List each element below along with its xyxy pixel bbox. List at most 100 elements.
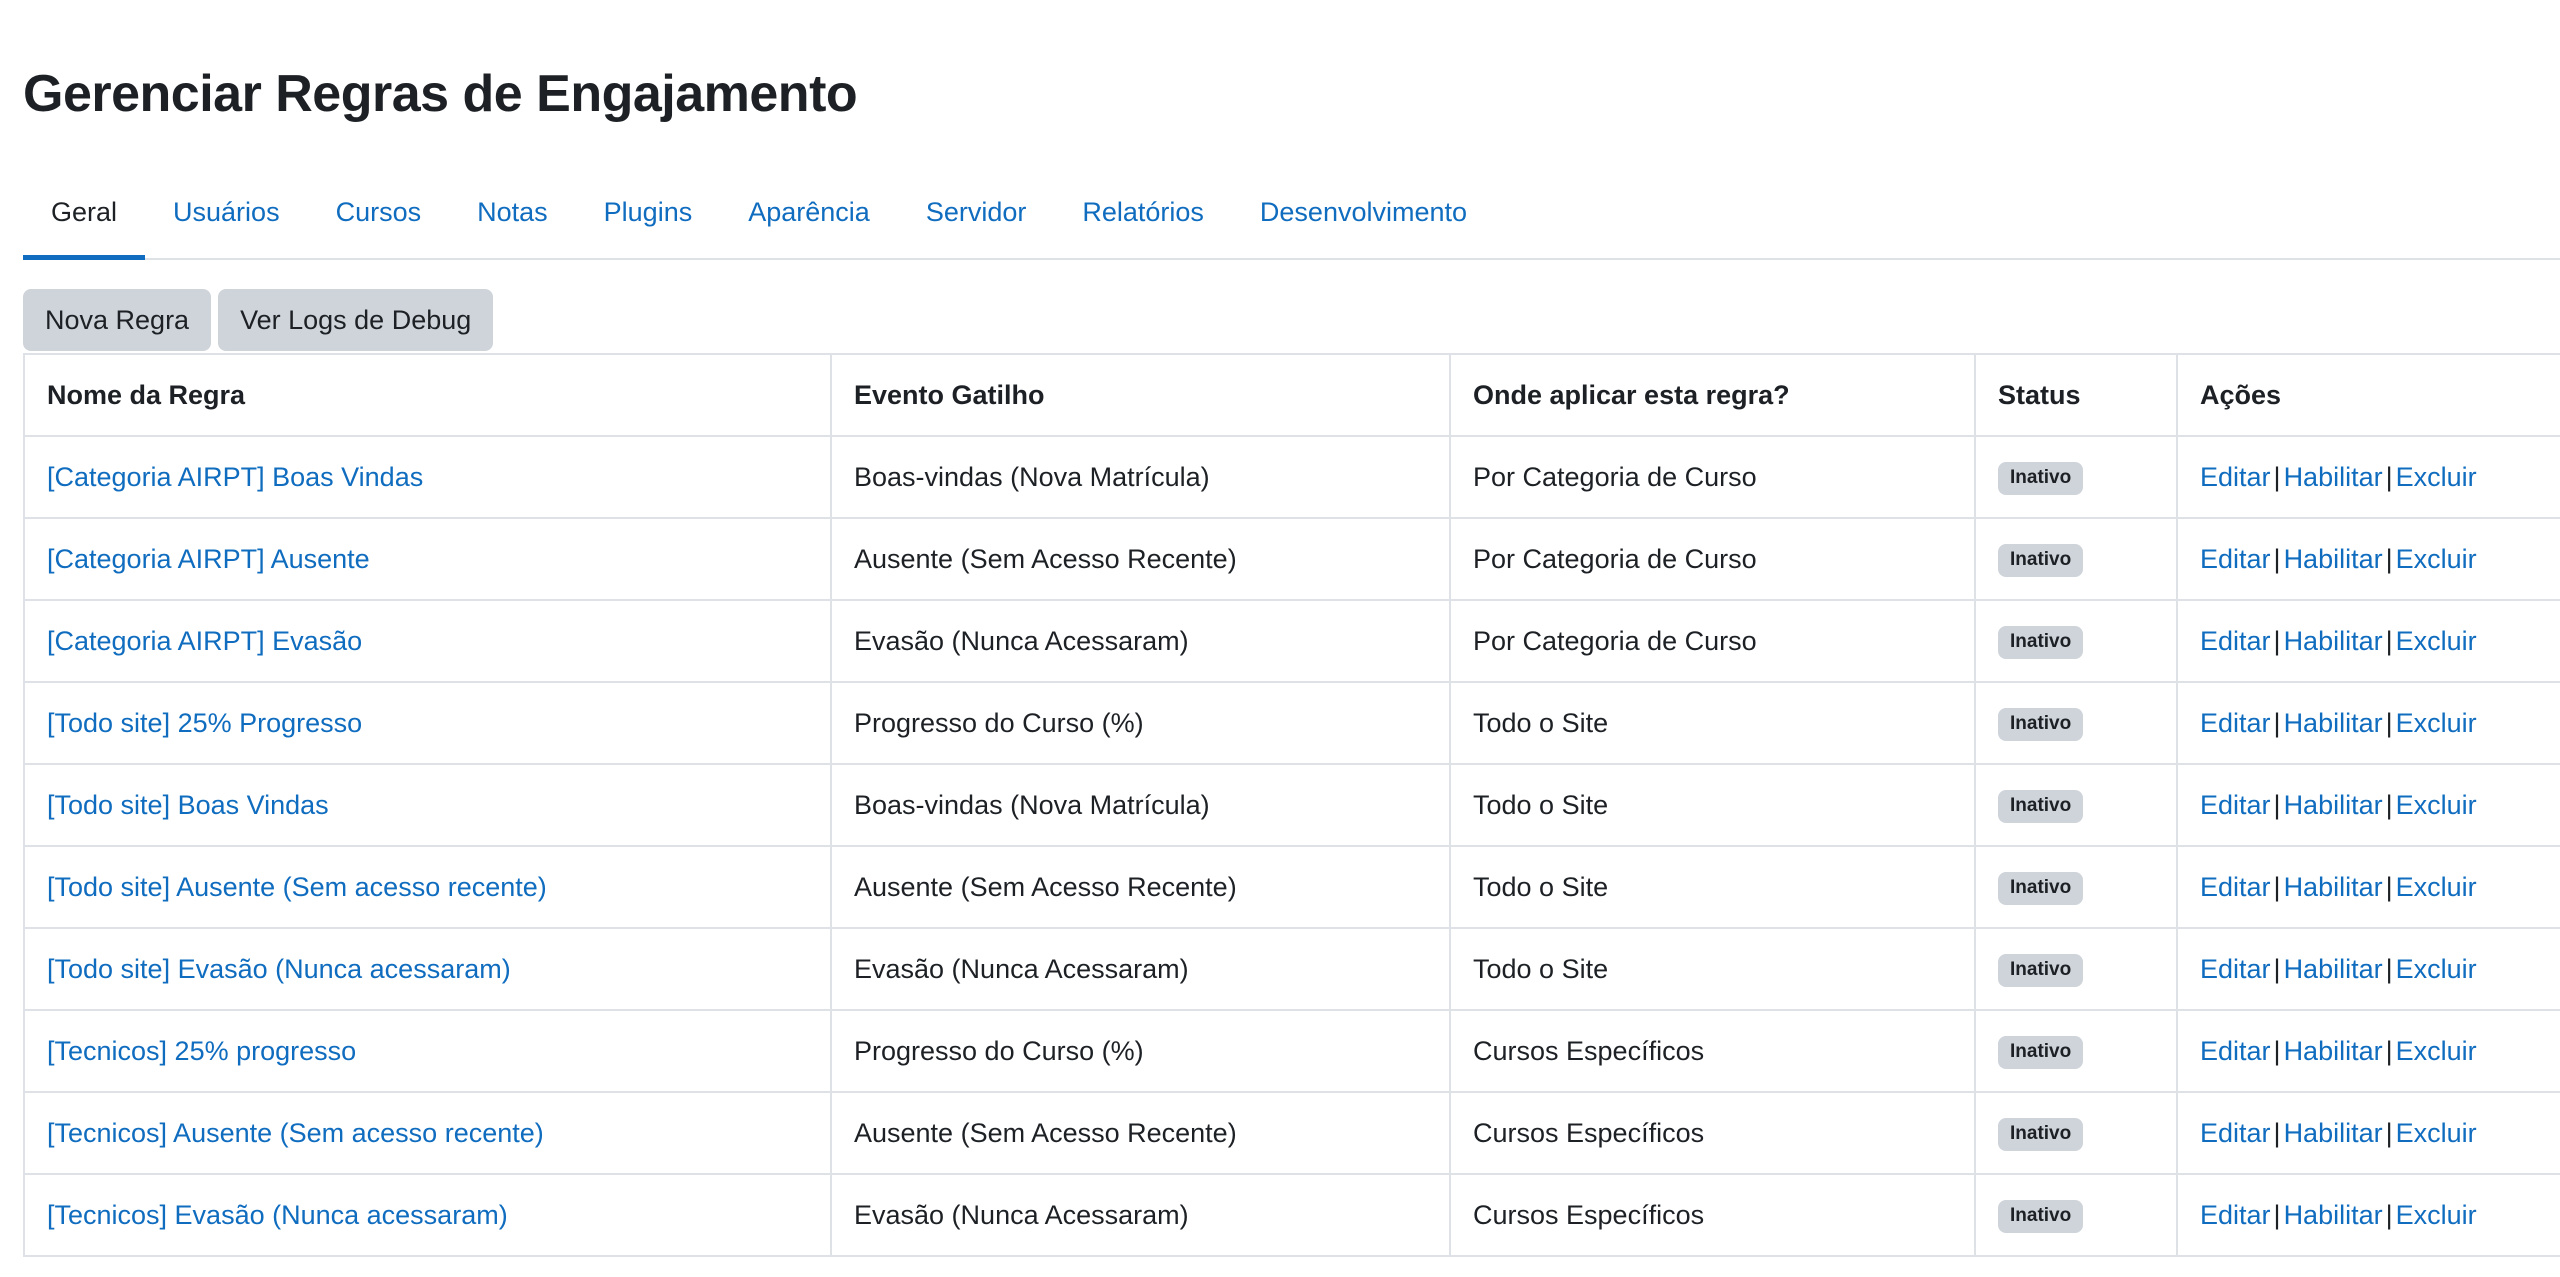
action-separator: | — [2385, 1035, 2393, 1066]
cell-rule-name: [Todo site] 25% Progresso — [23, 681, 832, 765]
edit-link[interactable]: Editar — [2200, 790, 2271, 820]
status-badge: Inativo — [1998, 544, 2084, 577]
tab-usuarios[interactable]: Usuários — [145, 166, 308, 258]
cell-trigger-event: Evasão (Nunca Acessaram) — [830, 927, 1451, 1011]
cell-actions: Editar | Habilitar | Excluir — [2176, 845, 2560, 929]
status-badge: Inativo — [1998, 708, 2084, 741]
rule-name-link[interactable]: [Todo site] Ausente (Sem acesso recente) — [47, 872, 547, 902]
tab-notas[interactable]: Notas — [449, 166, 576, 258]
cell-actions: Editar | Habilitar | Excluir — [2176, 1173, 2560, 1257]
table-row: [Categoria AIRPT] Boas Vindas Boas-vindas… — [23, 435, 2560, 519]
toolbar: Nova Regra Ver Logs de Debug — [23, 289, 494, 351]
cell-actions: Editar | Habilitar | Excluir — [2176, 1009, 2560, 1093]
cell-actions: Editar | Habilitar | Excluir — [2176, 517, 2560, 601]
tab-plugins[interactable]: Plugins — [576, 166, 721, 258]
cell-status: Inativo — [1974, 927, 2178, 1011]
edit-link[interactable]: Editar — [2200, 1036, 2271, 1066]
rule-name-link[interactable]: [Todo site] Boas Vindas — [47, 790, 329, 820]
status-badge: Inativo — [1998, 1118, 2084, 1151]
delete-link[interactable]: Excluir — [2396, 1036, 2477, 1066]
cell-status: Inativo — [1974, 599, 2178, 683]
status-badge: Inativo — [1998, 954, 2084, 987]
delete-link[interactable]: Excluir — [2396, 462, 2477, 492]
tab-aparencia[interactable]: Aparência — [720, 166, 898, 258]
action-separator: | — [2273, 543, 2281, 574]
status-badge: Inativo — [1998, 462, 2084, 495]
cell-scope: Por Categoria de Curso — [1449, 599, 1976, 683]
edit-link[interactable]: Editar — [2200, 954, 2271, 984]
table-row: [Todo site] Boas Vindas Boas-vindas (Nova… — [23, 763, 2560, 847]
cell-actions: Editar | Habilitar | Excluir — [2176, 435, 2560, 519]
rule-name-link[interactable]: [Categoria AIRPT] Boas Vindas — [47, 462, 423, 492]
enable-link[interactable]: Habilitar — [2284, 790, 2383, 820]
rule-name-link[interactable]: [Categoria AIRPT] Ausente — [47, 544, 370, 574]
delete-link[interactable]: Excluir — [2396, 708, 2477, 738]
status-badge: Inativo — [1998, 1036, 2084, 1069]
cell-rule-name: [Categoria AIRPT] Evasão — [23, 599, 832, 683]
rule-name-link[interactable]: [Tecnicos] Ausente (Sem acesso recente) — [47, 1118, 544, 1148]
cell-scope: Cursos Específicos — [1449, 1091, 1976, 1175]
delete-link[interactable]: Excluir — [2396, 1118, 2477, 1148]
edit-link[interactable]: Editar — [2200, 1118, 2271, 1148]
rule-name-link[interactable]: [Todo site] Evasão (Nunca acessaram) — [47, 954, 511, 984]
cell-status: Inativo — [1974, 681, 2178, 765]
cell-scope: Todo o Site — [1449, 845, 1976, 929]
rule-name-link[interactable]: [Tecnicos] Evasão (Nunca acessaram) — [47, 1200, 508, 1230]
enable-link[interactable]: Habilitar — [2284, 626, 2383, 656]
edit-link[interactable]: Editar — [2200, 626, 2271, 656]
cell-trigger-event: Evasão (Nunca Acessaram) — [830, 599, 1451, 683]
enable-link[interactable]: Habilitar — [2284, 1200, 2383, 1230]
rules-table: Nome da Regra Evento Gatilho Onde aplica… — [23, 353, 2560, 1257]
cell-rule-name: [Tecnicos] Evasão (Nunca acessaram) — [23, 1173, 832, 1257]
table-row: [Tecnicos] Ausente (Sem acesso recente) A… — [23, 1091, 2560, 1175]
edit-link[interactable]: Editar — [2200, 462, 2271, 492]
cell-scope: Todo o Site — [1449, 681, 1976, 765]
action-separator: | — [2273, 953, 2281, 984]
enable-link[interactable]: Habilitar — [2284, 1036, 2383, 1066]
enable-link[interactable]: Habilitar — [2284, 1118, 2383, 1148]
action-separator: | — [2385, 1199, 2393, 1230]
cell-actions: Editar | Habilitar | Excluir — [2176, 927, 2560, 1011]
delete-link[interactable]: Excluir — [2396, 544, 2477, 574]
page: Gerenciar Regras de Engajamento Geral Us… — [0, 0, 2560, 1277]
enable-link[interactable]: Habilitar — [2284, 872, 2383, 902]
edit-link[interactable]: Editar — [2200, 544, 2271, 574]
column-header-name: Nome da Regra — [23, 353, 832, 437]
delete-link[interactable]: Excluir — [2396, 790, 2477, 820]
enable-link[interactable]: Habilitar — [2284, 708, 2383, 738]
enable-link[interactable]: Habilitar — [2284, 462, 2383, 492]
tab-relatorios[interactable]: Relatórios — [1054, 166, 1232, 258]
cell-rule-name: [Todo site] Ausente (Sem acesso recente) — [23, 845, 832, 929]
tab-desenvolvimento[interactable]: Desenvolvimento — [1232, 166, 1495, 258]
delete-link[interactable]: Excluir — [2396, 872, 2477, 902]
new-rule-button[interactable]: Nova Regra — [23, 289, 212, 351]
enable-link[interactable]: Habilitar — [2284, 954, 2383, 984]
table-header-row: Nome da Regra Evento Gatilho Onde aplica… — [23, 353, 2560, 437]
tab-cursos[interactable]: Cursos — [308, 166, 450, 258]
tab-servidor[interactable]: Servidor — [898, 166, 1055, 258]
delete-link[interactable]: Excluir — [2396, 1200, 2477, 1230]
page-title: Gerenciar Regras de Engajamento — [23, 65, 858, 123]
cell-trigger-event: Ausente (Sem Acesso Recente) — [830, 1091, 1451, 1175]
rule-name-link[interactable]: [Categoria AIRPT] Evasão — [47, 626, 362, 656]
cell-trigger-event: Evasão (Nunca Acessaram) — [830, 1173, 1451, 1257]
rule-name-link[interactable]: [Tecnicos] 25% progresso — [47, 1036, 356, 1066]
delete-link[interactable]: Excluir — [2396, 626, 2477, 656]
rule-name-link[interactable]: [Todo site] 25% Progresso — [47, 708, 362, 738]
table-row: [Tecnicos] Evasão (Nunca acessaram) Evasã… — [23, 1173, 2560, 1257]
status-badge: Inativo — [1998, 790, 2084, 823]
action-separator: | — [2273, 461, 2281, 492]
edit-link[interactable]: Editar — [2200, 872, 2271, 902]
delete-link[interactable]: Excluir — [2396, 954, 2477, 984]
action-separator: | — [2385, 789, 2393, 820]
enable-link[interactable]: Habilitar — [2284, 544, 2383, 574]
cell-scope: Por Categoria de Curso — [1449, 517, 1976, 601]
action-separator: | — [2385, 707, 2393, 738]
tab-geral[interactable]: Geral — [23, 166, 146, 260]
edit-link[interactable]: Editar — [2200, 708, 2271, 738]
debug-logs-button[interactable]: Ver Logs de Debug — [218, 289, 494, 351]
table-row: [Tecnicos] 25% progresso Progresso do Cur… — [23, 1009, 2560, 1093]
cell-trigger-event: Ausente (Sem Acesso Recente) — [830, 517, 1451, 601]
cell-status: Inativo — [1974, 1009, 2178, 1093]
edit-link[interactable]: Editar — [2200, 1200, 2271, 1230]
